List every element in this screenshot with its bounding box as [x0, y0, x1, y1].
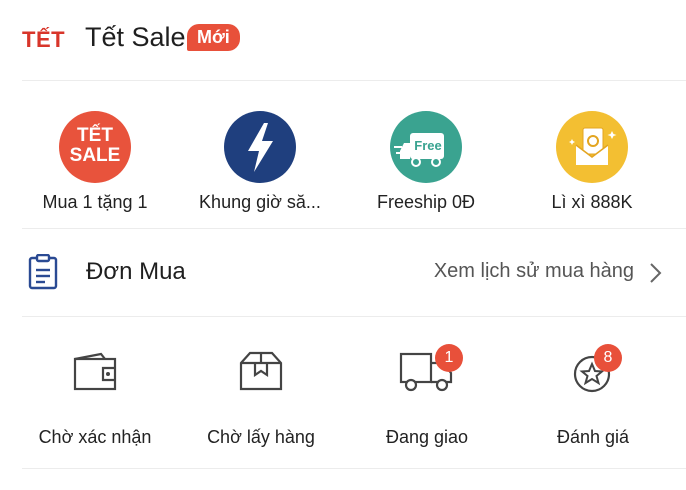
promo-lucky-money[interactable]: Lì xì 888K	[512, 108, 672, 218]
status-label: Đang giao	[385, 427, 469, 447]
free-truck-text: Free	[414, 138, 442, 153]
orders-title: Đơn Mua	[86, 258, 186, 285]
divider	[22, 80, 686, 81]
new-badge: Mới	[187, 24, 240, 51]
status-label: Chờ xác nhận	[38, 427, 152, 447]
promo-flash-sale[interactable]: Khung giờ să...	[180, 108, 340, 218]
box-icon	[238, 350, 284, 397]
my-orders-row[interactable]: Đơn Mua Xem lịch sử mua hàng	[0, 229, 686, 317]
header-title: Tết Sale	[85, 22, 186, 52]
tet-sale-icon-top-text: TẾT	[77, 125, 113, 146]
promo-label: Khung giờ să...	[199, 192, 321, 212]
chevron-right-icon[interactable]	[648, 262, 662, 289]
promo-buy-one-get-one[interactable]: TẾT SALE Mua 1 tặng 1	[15, 108, 175, 218]
clipboard-icon	[27, 253, 59, 295]
red-envelope-icon	[556, 111, 628, 183]
status-label: Đánh giá	[556, 427, 630, 447]
status-label: Chờ lấy hàng	[207, 427, 315, 447]
divider	[22, 468, 686, 469]
divider	[22, 316, 686, 317]
status-review[interactable]: 8 Đánh giá	[508, 330, 678, 460]
tet-sale-icon: TẾT SALE	[59, 111, 131, 183]
purchase-history-link[interactable]: Xem lịch sử mua hàng	[434, 260, 634, 283]
lightning-icon	[224, 111, 296, 183]
wallet-icon	[72, 350, 118, 397]
promo-freeship[interactable]: Free Freeship 0Đ	[346, 108, 506, 218]
status-to-pickup[interactable]: Chờ lấy hàng	[176, 330, 346, 460]
status-to-confirm[interactable]: Chờ xác nhận	[10, 330, 180, 460]
tet-logo: TẾT	[22, 27, 66, 52]
tet-sale-icon-bottom-text: SALE	[69, 145, 121, 166]
shipping-count-badge: 1	[435, 344, 463, 372]
promo-label: Mua 1 tặng 1	[42, 192, 148, 212]
status-shipping[interactable]: 1 Đang giao	[342, 330, 512, 460]
promo-label: Freeship 0Đ	[376, 192, 476, 212]
free-truck-icon: Free	[390, 111, 462, 183]
promo-label: Lì xì 888K	[551, 192, 633, 212]
tet-sale-header[interactable]: TẾT Tết Sale Mới	[0, 0, 686, 80]
review-count-badge: 8	[594, 344, 622, 372]
